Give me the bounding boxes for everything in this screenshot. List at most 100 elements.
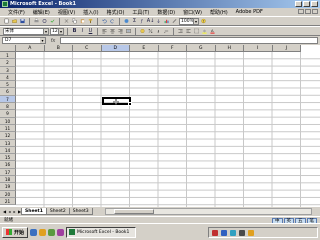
excel-icon[interactable]	[2, 1, 8, 7]
align-left-icon[interactable]	[101, 28, 108, 35]
menu-adobe-pdf[interactable]: Adobe PDF	[232, 9, 267, 15]
font-name-select[interactable]: 宋体 ▾	[3, 27, 49, 35]
row-header[interactable]: 16	[0, 161, 16, 169]
menu-edit[interactable]: 编辑(E)	[29, 9, 54, 16]
row-header[interactable]: 18	[0, 176, 16, 184]
media-icon[interactable]	[57, 228, 65, 236]
column-header-d[interactable]: D	[101, 45, 130, 52]
name-box[interactable]: D7 ▾	[2, 37, 46, 44]
horizontal-scrollbar[interactable]	[105, 208, 312, 215]
menu-help[interactable]: 帮助(H)	[206, 9, 232, 16]
doc-restore-button[interactable]	[305, 9, 311, 14]
taskbar-item-excel[interactable]: Microsoft Excel - Book1	[66, 226, 137, 238]
menu-file[interactable]: 文件(F)	[4, 9, 29, 16]
chevron-down-icon[interactable]: ▾	[58, 28, 63, 34]
increase-decimal-icon[interactable]	[163, 28, 170, 35]
tray-app-icon[interactable]	[248, 229, 254, 236]
doc-close-button[interactable]	[312, 9, 318, 14]
row-header[interactable]: 13	[0, 139, 16, 147]
row-header[interactable]: 5	[0, 81, 16, 89]
format-painter-icon[interactable]	[87, 18, 94, 25]
menu-window[interactable]: 窗口(W)	[179, 9, 206, 16]
tray-network-icon[interactable]	[221, 229, 227, 236]
printer-icon[interactable]	[33, 18, 40, 25]
tray-ime-icon[interactable]	[230, 229, 236, 236]
chevron-down-icon[interactable]: ▾	[43, 28, 48, 34]
autosum-button[interactable]: Σ	[131, 18, 138, 25]
redo-icon[interactable]	[109, 18, 116, 25]
chart-icon[interactable]	[163, 18, 170, 25]
row-header[interactable]: 17	[0, 168, 16, 177]
sheet-tab-sheet1[interactable]: Sheet1	[21, 208, 47, 215]
function-icon[interactable]: f	[139, 18, 146, 25]
bold-button[interactable]: B	[71, 28, 78, 35]
font-color-icon[interactable]: A	[209, 28, 216, 35]
copy-icon[interactable]	[71, 18, 78, 25]
currency-icon[interactable]	[139, 28, 146, 35]
align-right-icon[interactable]	[117, 28, 124, 35]
insert-function-button[interactable]: fx	[48, 38, 58, 44]
cell-area[interactable]	[16, 52, 320, 207]
desktop-icon[interactable]	[48, 228, 56, 236]
paste-icon[interactable]	[79, 18, 86, 25]
comma-style-icon[interactable]	[155, 28, 162, 35]
doc-minimize-button[interactable]	[298, 9, 304, 14]
select-all-button[interactable]	[0, 45, 16, 52]
menu-format[interactable]: 格式(O)	[103, 9, 129, 16]
row-header[interactable]: 9	[0, 110, 16, 118]
font-size-select[interactable]: 12 ▾	[50, 27, 64, 35]
sheet-tab-sheet2[interactable]: Sheet2	[45, 208, 70, 215]
column-header-i[interactable]: I	[244, 45, 273, 52]
column-header-c[interactable]: C	[73, 45, 102, 52]
sort-ascending-button[interactable]: A↓	[147, 18, 155, 25]
row-header[interactable]: 19	[0, 183, 16, 191]
menu-view[interactable]: 视图(V)	[54, 9, 79, 16]
save-disk-icon[interactable]	[19, 18, 26, 25]
maximize-button[interactable]	[303, 1, 310, 7]
sheet-tab-sheet3[interactable]: Sheet3	[68, 208, 93, 215]
row-header[interactable]: 8	[0, 103, 16, 111]
increase-indent-icon[interactable]	[185, 28, 192, 35]
fill-handle[interactable]	[128, 102, 132, 107]
column-header-f[interactable]: F	[158, 45, 187, 52]
row-header[interactable]: 21	[0, 197, 16, 206]
column-header-j[interactable]: J	[272, 45, 301, 52]
underline-button[interactable]: U	[87, 28, 94, 35]
column-header-e[interactable]: E	[130, 45, 159, 52]
sort-descending-icon[interactable]	[155, 18, 162, 25]
row-header[interactable]: 10	[0, 117, 16, 125]
menu-data[interactable]: 数据(D)	[153, 9, 179, 16]
row-header[interactable]: 4	[0, 73, 16, 82]
menu-insert[interactable]: 插入(I)	[79, 9, 102, 16]
new-doc-icon[interactable]	[3, 18, 10, 25]
hyperlink-icon[interactable]	[123, 18, 130, 25]
align-center-icon[interactable]	[109, 28, 116, 35]
column-header-b[interactable]: B	[44, 45, 73, 52]
chevron-down-icon[interactable]: ▾	[40, 38, 45, 43]
open-folder-icon[interactable]	[11, 18, 18, 25]
fill-color-icon[interactable]	[201, 28, 208, 35]
print-preview-icon[interactable]	[41, 18, 48, 25]
formula-input[interactable]	[60, 37, 318, 44]
row-header[interactable]: 14	[0, 146, 16, 155]
column-header-g[interactable]: G	[187, 45, 216, 52]
close-button[interactable]	[311, 1, 318, 7]
tray-antivirus-icon[interactable]	[212, 229, 218, 236]
explorer-icon[interactable]	[39, 228, 47, 236]
tray-volume-icon[interactable]	[239, 229, 245, 236]
row-header[interactable]: 11	[0, 124, 16, 133]
row-header[interactable]: 6	[0, 88, 16, 96]
row-header[interactable]: 12	[0, 132, 16, 140]
decrease-indent-icon[interactable]	[177, 28, 184, 35]
ie-icon[interactable]	[30, 228, 38, 236]
scrollbar-thumb[interactable]	[114, 209, 154, 214]
cut-icon[interactable]	[63, 18, 70, 25]
minimize-button[interactable]	[295, 1, 302, 7]
column-header-h[interactable]: H	[215, 45, 244, 52]
start-button[interactable]: 开始	[2, 226, 29, 238]
borders-icon[interactable]	[193, 28, 200, 35]
menu-tools[interactable]: 工具(T)	[128, 9, 153, 16]
drawing-icon[interactable]	[171, 18, 178, 25]
zoom-select[interactable]: 100% ▾	[179, 17, 199, 25]
row-header[interactable]: 3	[0, 66, 16, 74]
